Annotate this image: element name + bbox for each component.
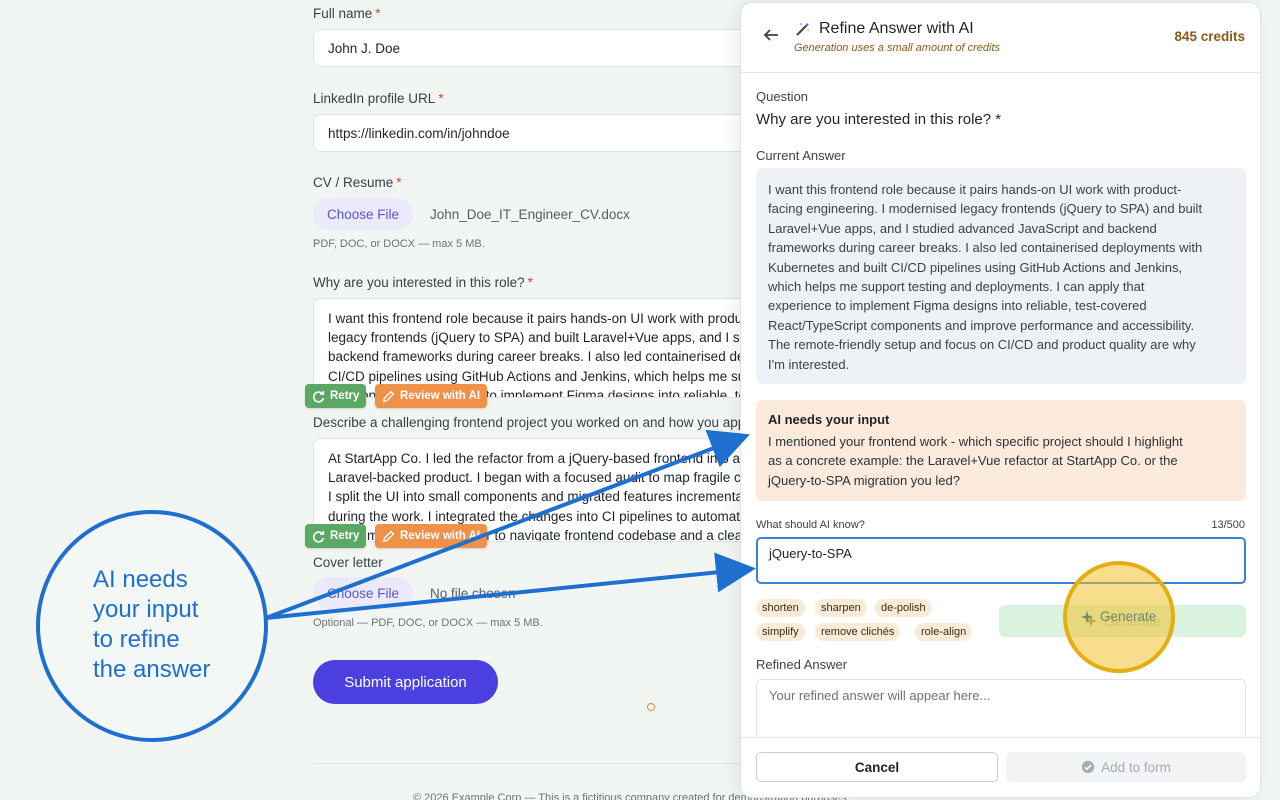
cancel-button[interactable]: Cancel (756, 752, 998, 782)
challenge-label: Describe a challenging frontend project … (313, 415, 746, 430)
credits-balance: 845 credits (1174, 29, 1245, 44)
know-label: What should AI know? (756, 519, 865, 531)
cover-choose-file-button[interactable]: Choose File (313, 577, 413, 609)
panel-subtitle: Generation uses a small amount of credit… (794, 42, 1001, 54)
retry-button[interactable]: Retry (305, 524, 367, 548)
why-textarea[interactable]: I want this frontend role because it pai… (313, 298, 783, 398)
loading-dot-icon (647, 703, 655, 711)
chip-de-polish[interactable]: de-polish (875, 599, 932, 617)
refine-answer-panel: Refine Answer with AI Generation uses a … (740, 2, 1261, 798)
chip-simplify[interactable]: simplify (756, 623, 805, 641)
add-to-form-button[interactable]: Add to form (1006, 752, 1246, 782)
cv-filename: John_Doe_IT_Engineer_CV.docx (430, 207, 630, 222)
sparkle-icon (1080, 610, 1094, 623)
cv-label: CV / Resume * (313, 175, 402, 190)
refined-answer-label: Refined Answer (756, 657, 848, 672)
magic-wand-icon (796, 23, 809, 36)
pencil-icon (382, 390, 395, 402)
ai-input-callout: AI needs your input I mentioned your fro… (756, 400, 1246, 501)
question-text: Why are you interested in this role? * (756, 111, 1002, 128)
panel-header: Refine Answer with AI Generation uses a … (741, 3, 1260, 73)
chip-remove-cliches[interactable]: remove clichés (815, 623, 901, 641)
linkedin-input[interactable]: https://linkedin.com/in/johndoe (313, 114, 783, 152)
review-with-ai-button[interactable]: Review with AI (375, 384, 488, 408)
cover-filename: No file chosen (430, 586, 516, 601)
refresh-icon (312, 530, 325, 543)
chip-shorten[interactable]: shorten (756, 599, 805, 617)
refresh-icon (312, 390, 325, 403)
current-answer-box: I want this frontend role because it pai… (756, 168, 1246, 384)
retry-button[interactable]: Retry (305, 384, 367, 408)
review-with-ai-button[interactable]: Review with AI (375, 524, 488, 548)
annotation-text: AI needs your input to refine the answer (93, 566, 211, 683)
full-name-label: Full name * (313, 6, 381, 21)
panel-title: Refine Answer with AI (795, 20, 974, 38)
chip-sharpen[interactable]: sharpen (815, 599, 867, 617)
check-circle-icon (1081, 760, 1095, 774)
why-label: Why are you interested in this role? * (313, 275, 533, 290)
linkedin-label: LinkedIn profile URL * (313, 91, 444, 106)
current-answer-label: Current Answer (756, 148, 846, 163)
pencil-icon (382, 530, 395, 542)
cover-label: Cover letter (313, 555, 383, 570)
cv-hint: PDF, DOC, or DOCX — max 5 MB. (313, 238, 485, 250)
panel-footer: Cancel Add to form (741, 737, 1260, 797)
chip-role-align[interactable]: role-align (915, 623, 973, 641)
generate-label-overlay: Generate (1080, 609, 1156, 624)
submit-application-button[interactable]: Submit application (313, 660, 498, 704)
arrow-left-icon[interactable] (763, 27, 779, 48)
cover-hint: Optional — PDF, DOC, or DOCX — max 5 MB. (313, 617, 543, 629)
question-label: Question (756, 89, 809, 104)
know-input[interactable]: jQuery-to-SPA (756, 537, 1246, 584)
cv-choose-file-button[interactable]: Choose File (313, 198, 413, 230)
char-count: 13/500 (1211, 519, 1245, 531)
full-name-input[interactable]: John J. Doe (313, 29, 783, 67)
